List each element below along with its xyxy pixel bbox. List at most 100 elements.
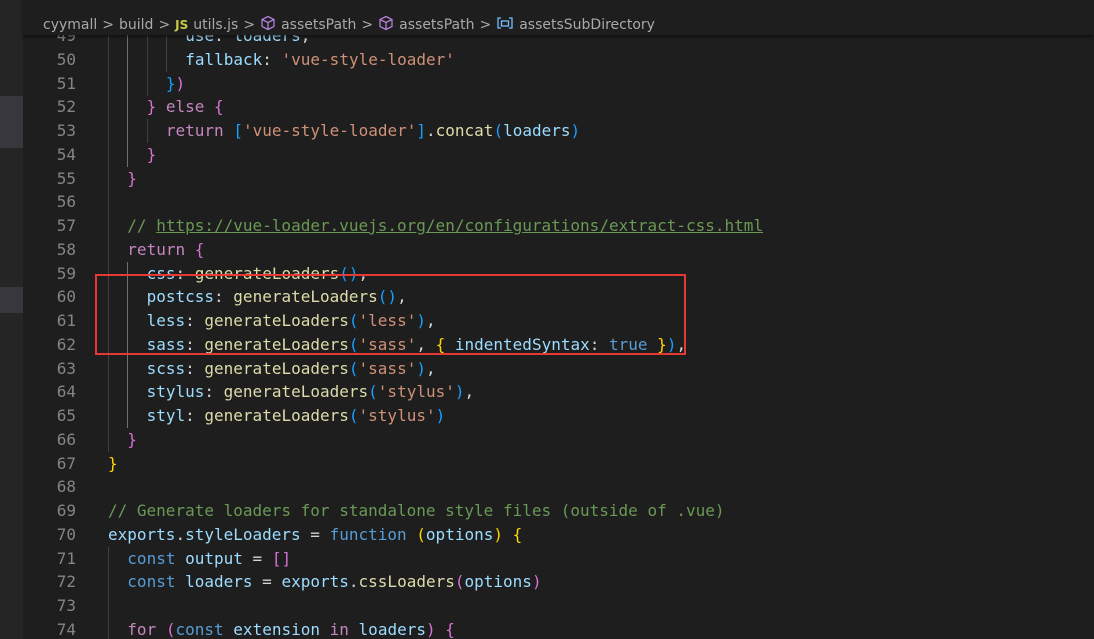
- code-line[interactable]: 62 sass: generateLoaders('sass', { indent…: [23, 332, 1094, 357]
- code-line[interactable]: 72 const loaders = exports.cssLoaders(opt…: [23, 570, 1094, 595]
- code-content: }: [127, 428, 137, 452]
- code-token: options: [425, 524, 494, 544]
- code-token: 'stylus': [358, 406, 436, 425]
- code-token: ,: [425, 311, 436, 330]
- code-content: // https://vue-loader.vuejs.org/en/confi…: [127, 214, 763, 238]
- indent-guide: [165, 35, 167, 48]
- code-token: generateLoaders: [204, 311, 349, 330]
- code-token: :: [214, 287, 234, 307]
- code-line[interactable]: 59 css: generateLoaders(),: [23, 261, 1094, 286]
- indent-guide: [165, 47, 167, 72]
- code-token: }: [127, 429, 137, 449]
- indent-guide: [127, 404, 129, 428]
- code-content: exports.styleLoaders = function (options…: [108, 523, 522, 547]
- code-line[interactable]: 67}: [23, 452, 1094, 476]
- code-token: :: [175, 263, 195, 283]
- code-token: (): [339, 263, 359, 283]
- code-token: {: [512, 524, 523, 544]
- code-line[interactable]: 57 // https://vue-loader.vuejs.org/en/con…: [23, 214, 1094, 238]
- line-number: 73: [56, 596, 76, 615]
- code-line[interactable]: 61 less: generateLoaders('less'),: [23, 309, 1094, 333]
- code-token: :: [185, 311, 205, 330]
- code-token: in: [329, 619, 349, 639]
- code-line[interactable]: 74 for (const extension in loaders) {: [23, 617, 1094, 639]
- breadcrumb-item[interactable]: assetsSubDirectory: [496, 15, 655, 35]
- breadcrumb-item[interactable]: JS utils.js: [175, 17, 238, 33]
- code-line[interactable]: 64 stylus: generateLoaders('stylus'),: [23, 380, 1094, 405]
- code-line[interactable]: 66}: [23, 427, 1094, 452]
- code-line[interactable]: 56: [23, 190, 1094, 215]
- code-line[interactable]: 51}): [23, 71, 1094, 96]
- code-token: ): [570, 121, 581, 140]
- breadcrumb-item[interactable]: assetsPath: [378, 15, 474, 35]
- indent-guide: [108, 285, 109, 310]
- line-number: 62: [56, 334, 76, 354]
- code-line[interactable]: 49 use: loaders,: [23, 35, 1094, 48]
- code-line[interactable]: 63 scss: generateLoaders('sass'),: [23, 356, 1094, 381]
- code-token: true: [609, 334, 648, 354]
- code-line[interactable]: 65 styl: generateLoaders('stylus'): [23, 404, 1094, 428]
- code-line[interactable]: 71 const output = []: [23, 546, 1094, 571]
- line-number: 67: [56, 453, 76, 473]
- breadcrumb-label: utils.js: [193, 17, 239, 33]
- strip-marker: [0, 96, 23, 148]
- strip-marker: [0, 287, 23, 313]
- code-token: output: [185, 548, 243, 568]
- code-line[interactable]: 69 // Generate loaders for standalone sty…: [23, 499, 1094, 523]
- code-token: :: [185, 334, 205, 354]
- code-token: {: [194, 239, 205, 259]
- code-line[interactable]: 50 fallback: 'vue-style-loader': [23, 47, 1094, 72]
- code-line[interactable]: 58 return {: [23, 237, 1094, 262]
- code-token: ): [425, 619, 436, 639]
- code-content: scss: generateLoaders('sass'),: [147, 357, 436, 381]
- code-token: exports: [281, 572, 349, 592]
- code-line[interactable]: 53 return ['vue-style-loader'].concat(loa…: [23, 119, 1094, 143]
- code-line[interactable]: 60 postcss: generateLoaders(),: [23, 285, 1094, 310]
- line-number: 60: [56, 287, 76, 307]
- code-line[interactable]: 54}: [23, 142, 1094, 167]
- breadcrumb-item[interactable]: assetsPath: [260, 15, 356, 35]
- line-number: 70: [56, 524, 76, 544]
- code-token: ): [175, 73, 186, 93]
- indent-guide: [146, 119, 148, 143]
- code-line[interactable]: 55}: [23, 166, 1094, 191]
- code-token: ,: [397, 287, 407, 307]
- code-token: loaders: [358, 619, 426, 639]
- code-line[interactable]: 52} else {: [23, 95, 1094, 120]
- indent-guide: [108, 214, 109, 238]
- code-token: {: [214, 97, 224, 117]
- code-token: ): [416, 311, 426, 330]
- code-line[interactable]: 70 exports.styleLoaders = function (optio…: [23, 523, 1094, 547]
- code-token: []: [271, 548, 292, 568]
- code-editor[interactable]: 49 use: loaders, 50 fallback: 'vue-style-lo…: [23, 35, 1094, 639]
- code-token: :: [204, 382, 224, 402]
- code-line[interactable]: 73: [23, 594, 1094, 618]
- code-token: .: [348, 572, 359, 592]
- code-token: scss: [146, 358, 186, 378]
- code-token: ]: [416, 121, 426, 140]
- code-token: ): [666, 334, 677, 354]
- line-number: 58: [56, 239, 76, 259]
- indent-guide: [127, 71, 129, 96]
- code-content: return {: [127, 238, 204, 262]
- code-token: options: [464, 572, 532, 592]
- line-number: 52: [56, 97, 76, 117]
- indent-guide: [127, 309, 129, 333]
- code-line[interactable]: 68: [23, 475, 1094, 499]
- breadcrumb-item[interactable]: cyymall: [43, 17, 97, 33]
- breadcrumb-label: build: [119, 17, 154, 33]
- indent-guide: [108, 190, 109, 215]
- code-content: }: [108, 452, 118, 476]
- code-token: loaders: [503, 121, 571, 140]
- indent-guide: [127, 35, 129, 48]
- breadcrumb-item[interactable]: build: [119, 17, 153, 33]
- code-content: stylus: generateLoaders('stylus'),: [147, 380, 475, 404]
- code-token: loaders: [233, 35, 301, 45]
- code-token: ,: [676, 334, 687, 354]
- js-icon: JS: [175, 18, 189, 32]
